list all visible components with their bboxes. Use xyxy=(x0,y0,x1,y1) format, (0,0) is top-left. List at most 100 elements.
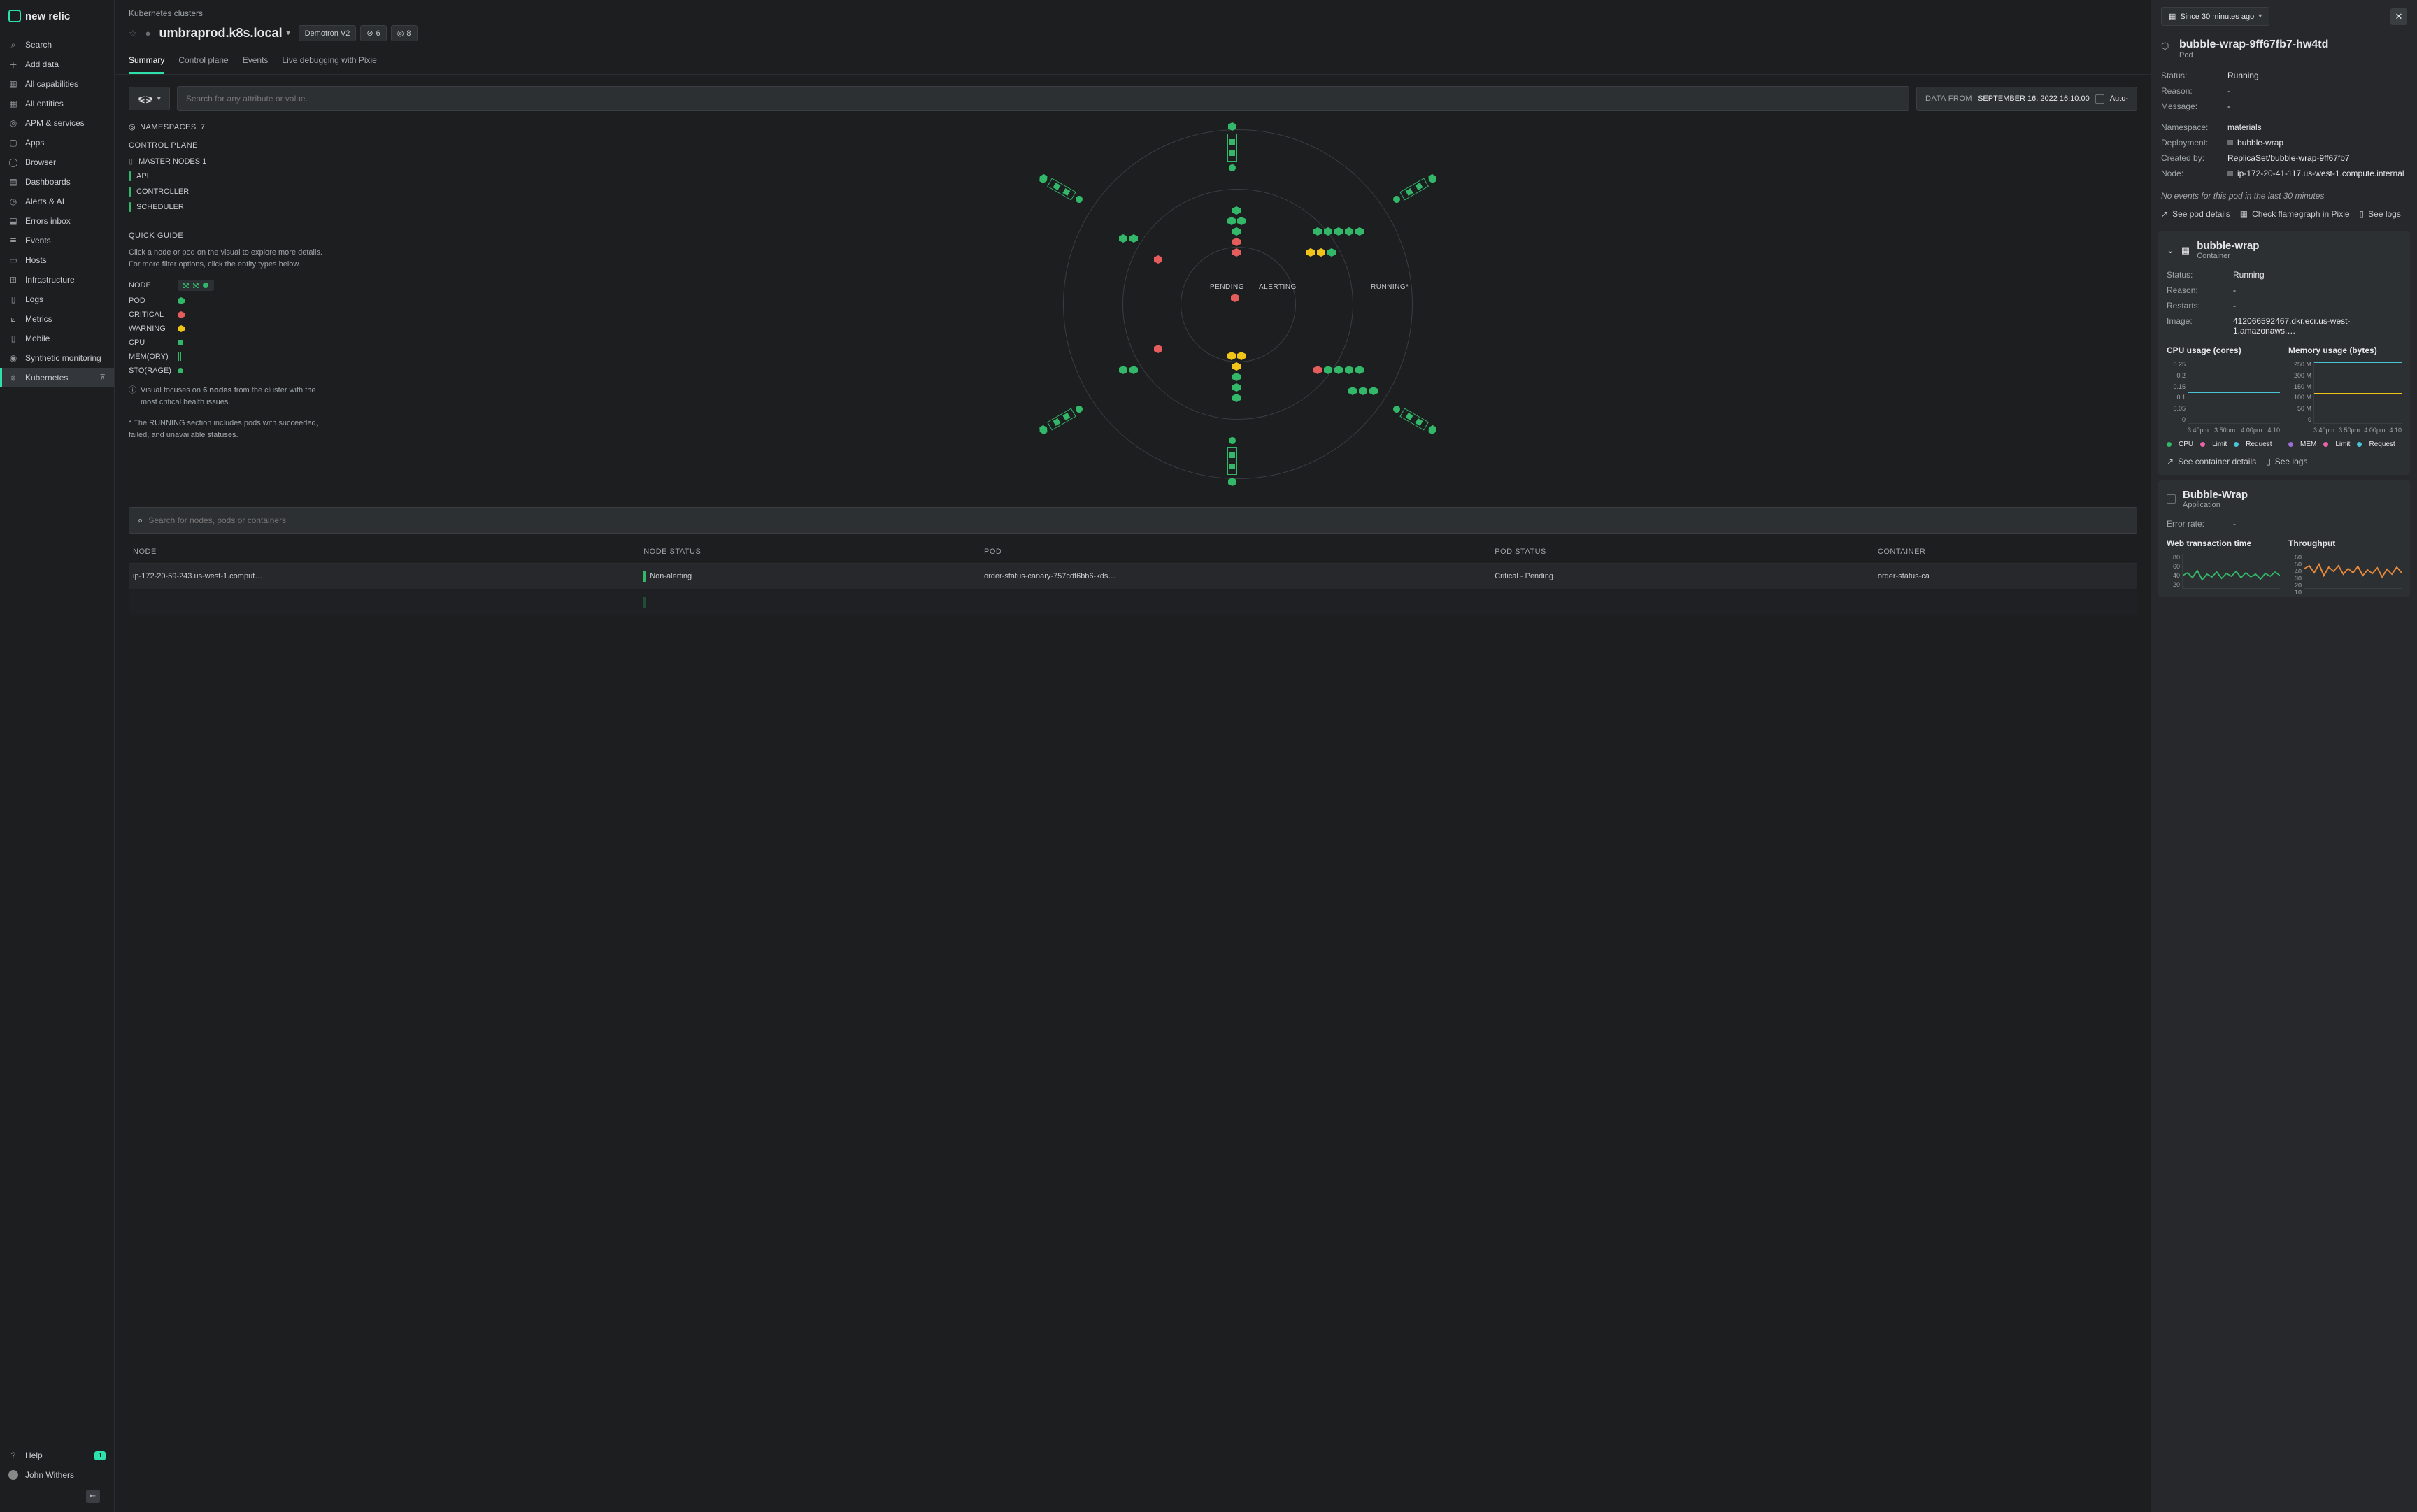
cpu-chart[interactable]: CPU usage (cores) 0.250.20.150.10.050 3:… xyxy=(2167,345,2280,434)
tab-events[interactable]: Events xyxy=(243,48,269,74)
check-flamegraph[interactable]: ▦Check flamegraph in Pixie xyxy=(2240,209,2350,219)
legend-cpu[interactable]: CPU xyxy=(129,338,325,347)
node-ur-pods[interactable] xyxy=(1313,227,1364,236)
node-ll-pods2[interactable] xyxy=(1154,345,1162,353)
legend-node[interactable]: NODE xyxy=(129,280,325,291)
nav-hosts[interactable]: ▭Hosts xyxy=(0,250,114,270)
cell-container: order-status-ca xyxy=(1878,572,2133,580)
nav-alerts[interactable]: ◷Alerts & AI xyxy=(0,192,114,211)
see-container-details[interactable]: ↗See container details xyxy=(2167,457,2256,466)
nav-dashboards[interactable]: ▤Dashboards xyxy=(0,172,114,192)
table-row[interactable]: ip-172-20-59-243.us-west-1.comput… Non-a… xyxy=(129,564,2137,590)
nav-errors[interactable]: ⬓Errors inbox xyxy=(0,211,114,231)
node-ul-pods2[interactable] xyxy=(1154,255,1162,264)
nav-collapse[interactable]: ⇤ xyxy=(0,1485,114,1508)
close-button[interactable]: ✕ xyxy=(2390,8,2407,25)
node-top-pods[interactable] xyxy=(1227,206,1246,257)
server-icon: ▭ xyxy=(8,255,18,265)
container-header[interactable]: ⌄ ▦ bubble-wrap Container xyxy=(2167,240,2402,260)
logo[interactable]: new relic xyxy=(0,0,114,32)
pin-icon[interactable]: ⊼ xyxy=(99,373,106,383)
label-pill[interactable]: Demotron V2 xyxy=(299,25,357,41)
tab-summary[interactable]: Summary xyxy=(129,48,164,74)
node-cluster-ll[interactable] xyxy=(1037,403,1085,436)
nav-user[interactable]: John Withers xyxy=(0,1465,114,1485)
tag-count-pill[interactable]: ⊘6 xyxy=(360,25,386,41)
node-lr-pods[interactable] xyxy=(1313,366,1364,374)
nav-events[interactable]: ≣Events xyxy=(0,231,114,250)
container-title: bubble-wrap xyxy=(2197,240,2259,252)
pending-pod[interactable] xyxy=(1231,294,1239,302)
legend-sto[interactable]: STO(RAGE) xyxy=(129,366,325,375)
star-icon[interactable]: ☆ xyxy=(129,28,137,39)
node-cluster-bottom[interactable] xyxy=(1227,437,1237,486)
cp-scheduler[interactable]: SCHEDULER xyxy=(129,202,325,212)
container-actions: ↗See container details ▯See logs xyxy=(2167,448,2402,466)
footnote-2: * The RUNNING section includes pods with… xyxy=(129,418,325,441)
node-cluster-ul[interactable] xyxy=(1037,172,1085,205)
see-logs-pod[interactable]: ▯See logs xyxy=(2360,209,2401,219)
entity-count-pill[interactable]: ◎8 xyxy=(391,25,418,41)
node-cluster-lr[interactable] xyxy=(1391,403,1439,436)
see-logs-container[interactable]: ▯See logs xyxy=(2266,457,2307,466)
th-node-status[interactable]: NODE STATUS xyxy=(643,548,984,556)
file-icon: ▯ xyxy=(2266,457,2271,466)
node-ul-pods[interactable] xyxy=(1119,234,1138,243)
nav-logs[interactable]: ▯Logs xyxy=(0,290,114,309)
nav-search[interactable]: ⌕Search xyxy=(0,35,114,55)
master-nodes-row[interactable]: ▯MASTER NODES 1 xyxy=(129,157,325,166)
throughput-chart[interactable]: Throughput 605040302010 xyxy=(2288,539,2402,589)
node-search-input[interactable] xyxy=(148,515,2128,525)
nav-metrics[interactable]: ⟀Metrics xyxy=(0,309,114,329)
cell-pod: order-status-canary-757cdf6bb6-kds… xyxy=(984,572,1495,580)
node-ur-pods2[interactable] xyxy=(1306,248,1336,257)
nav-add-data[interactable]: ＋Add data xyxy=(0,55,114,74)
cp-controller[interactable]: CONTROLLER xyxy=(129,187,325,197)
node-ll-pods[interactable] xyxy=(1119,366,1138,374)
namespaces-header[interactable]: ◎ NAMESPACES 7 xyxy=(129,122,325,131)
breadcrumb[interactable]: Kubernetes clusters xyxy=(115,0,2151,18)
th-node[interactable]: NODE xyxy=(133,548,643,556)
legend-warning[interactable]: WARNING xyxy=(129,324,325,333)
attribute-search-input[interactable] xyxy=(177,86,1909,111)
web-time-chart[interactable]: Web transaction time 80604020 xyxy=(2167,539,2280,589)
time-picker[interactable]: ▦ Since 30 minutes ago ▾ xyxy=(2161,7,2269,26)
node-lr-pods2[interactable] xyxy=(1348,387,1378,395)
mem-chart[interactable]: Memory usage (bytes) 250 M200 M150 M100 … xyxy=(2288,345,2402,434)
nav-mobile[interactable]: ▯Mobile xyxy=(0,329,114,348)
nav-synthetic[interactable]: ◉Synthetic monitoring xyxy=(0,348,114,368)
th-pod[interactable]: POD xyxy=(984,548,1495,556)
nav-help[interactable]: ?Help1 xyxy=(0,1446,114,1465)
auto-checkbox[interactable] xyxy=(2095,94,2104,104)
nav-apps[interactable]: ▢Apps xyxy=(0,133,114,152)
filter-button[interactable]: ⫹⫺▾ xyxy=(129,87,170,110)
nav-list: ⌕Search ＋Add data ▦All capabilities ▦All… xyxy=(0,32,114,1441)
app-header[interactable]: Bubble-Wrap Application xyxy=(2167,489,2402,509)
table-row[interactable] xyxy=(129,590,2137,615)
auto-label: Auto- xyxy=(2110,94,2128,103)
see-pod-details[interactable]: ↗See pod details xyxy=(2161,209,2230,219)
right-panel: ▦ Since 30 minutes ago ▾ ✕ ⬡ bubble-wrap… xyxy=(2151,0,2417,1512)
cp-api[interactable]: API xyxy=(129,171,325,181)
nav-all-capabilities[interactable]: ▦All capabilities xyxy=(0,74,114,94)
node-cluster-top[interactable] xyxy=(1227,122,1237,171)
legend-pod[interactable]: POD xyxy=(129,297,325,305)
nav-apm[interactable]: ◎APM & services xyxy=(0,113,114,133)
radar-viz[interactable]: 🔔Ma PENDING ALERTING RUNNING* xyxy=(338,122,2137,486)
tab-pixie[interactable]: Live debugging with Pixie xyxy=(282,48,376,74)
nav-browser[interactable]: ◯Browser xyxy=(0,152,114,172)
legend-critical[interactable]: CRITICAL xyxy=(129,311,325,319)
app-checkbox[interactable] xyxy=(2167,494,2176,504)
label-pending: PENDING xyxy=(1210,283,1244,291)
node-bottom-pods[interactable] xyxy=(1227,352,1246,402)
nav-kubernetes[interactable]: ⎈Kubernetes⊼ xyxy=(0,368,114,387)
th-pod-status[interactable]: POD STATUS xyxy=(1495,548,1878,556)
nav-all-entities[interactable]: ▦All entities xyxy=(0,94,114,113)
legend-mem[interactable]: MEM(ORY) xyxy=(129,352,325,361)
node-cluster-ur[interactable] xyxy=(1391,172,1439,205)
tag-group: Demotron V2 ⊘6 ◎8 xyxy=(299,25,418,41)
tab-control-plane[interactable]: Control plane xyxy=(178,48,228,74)
th-container[interactable]: CONTAINER xyxy=(1878,548,2133,556)
page-title[interactable]: umbraprod.k8s.local ▾ xyxy=(159,26,290,41)
nav-infrastructure[interactable]: ⊞Infrastructure xyxy=(0,270,114,290)
